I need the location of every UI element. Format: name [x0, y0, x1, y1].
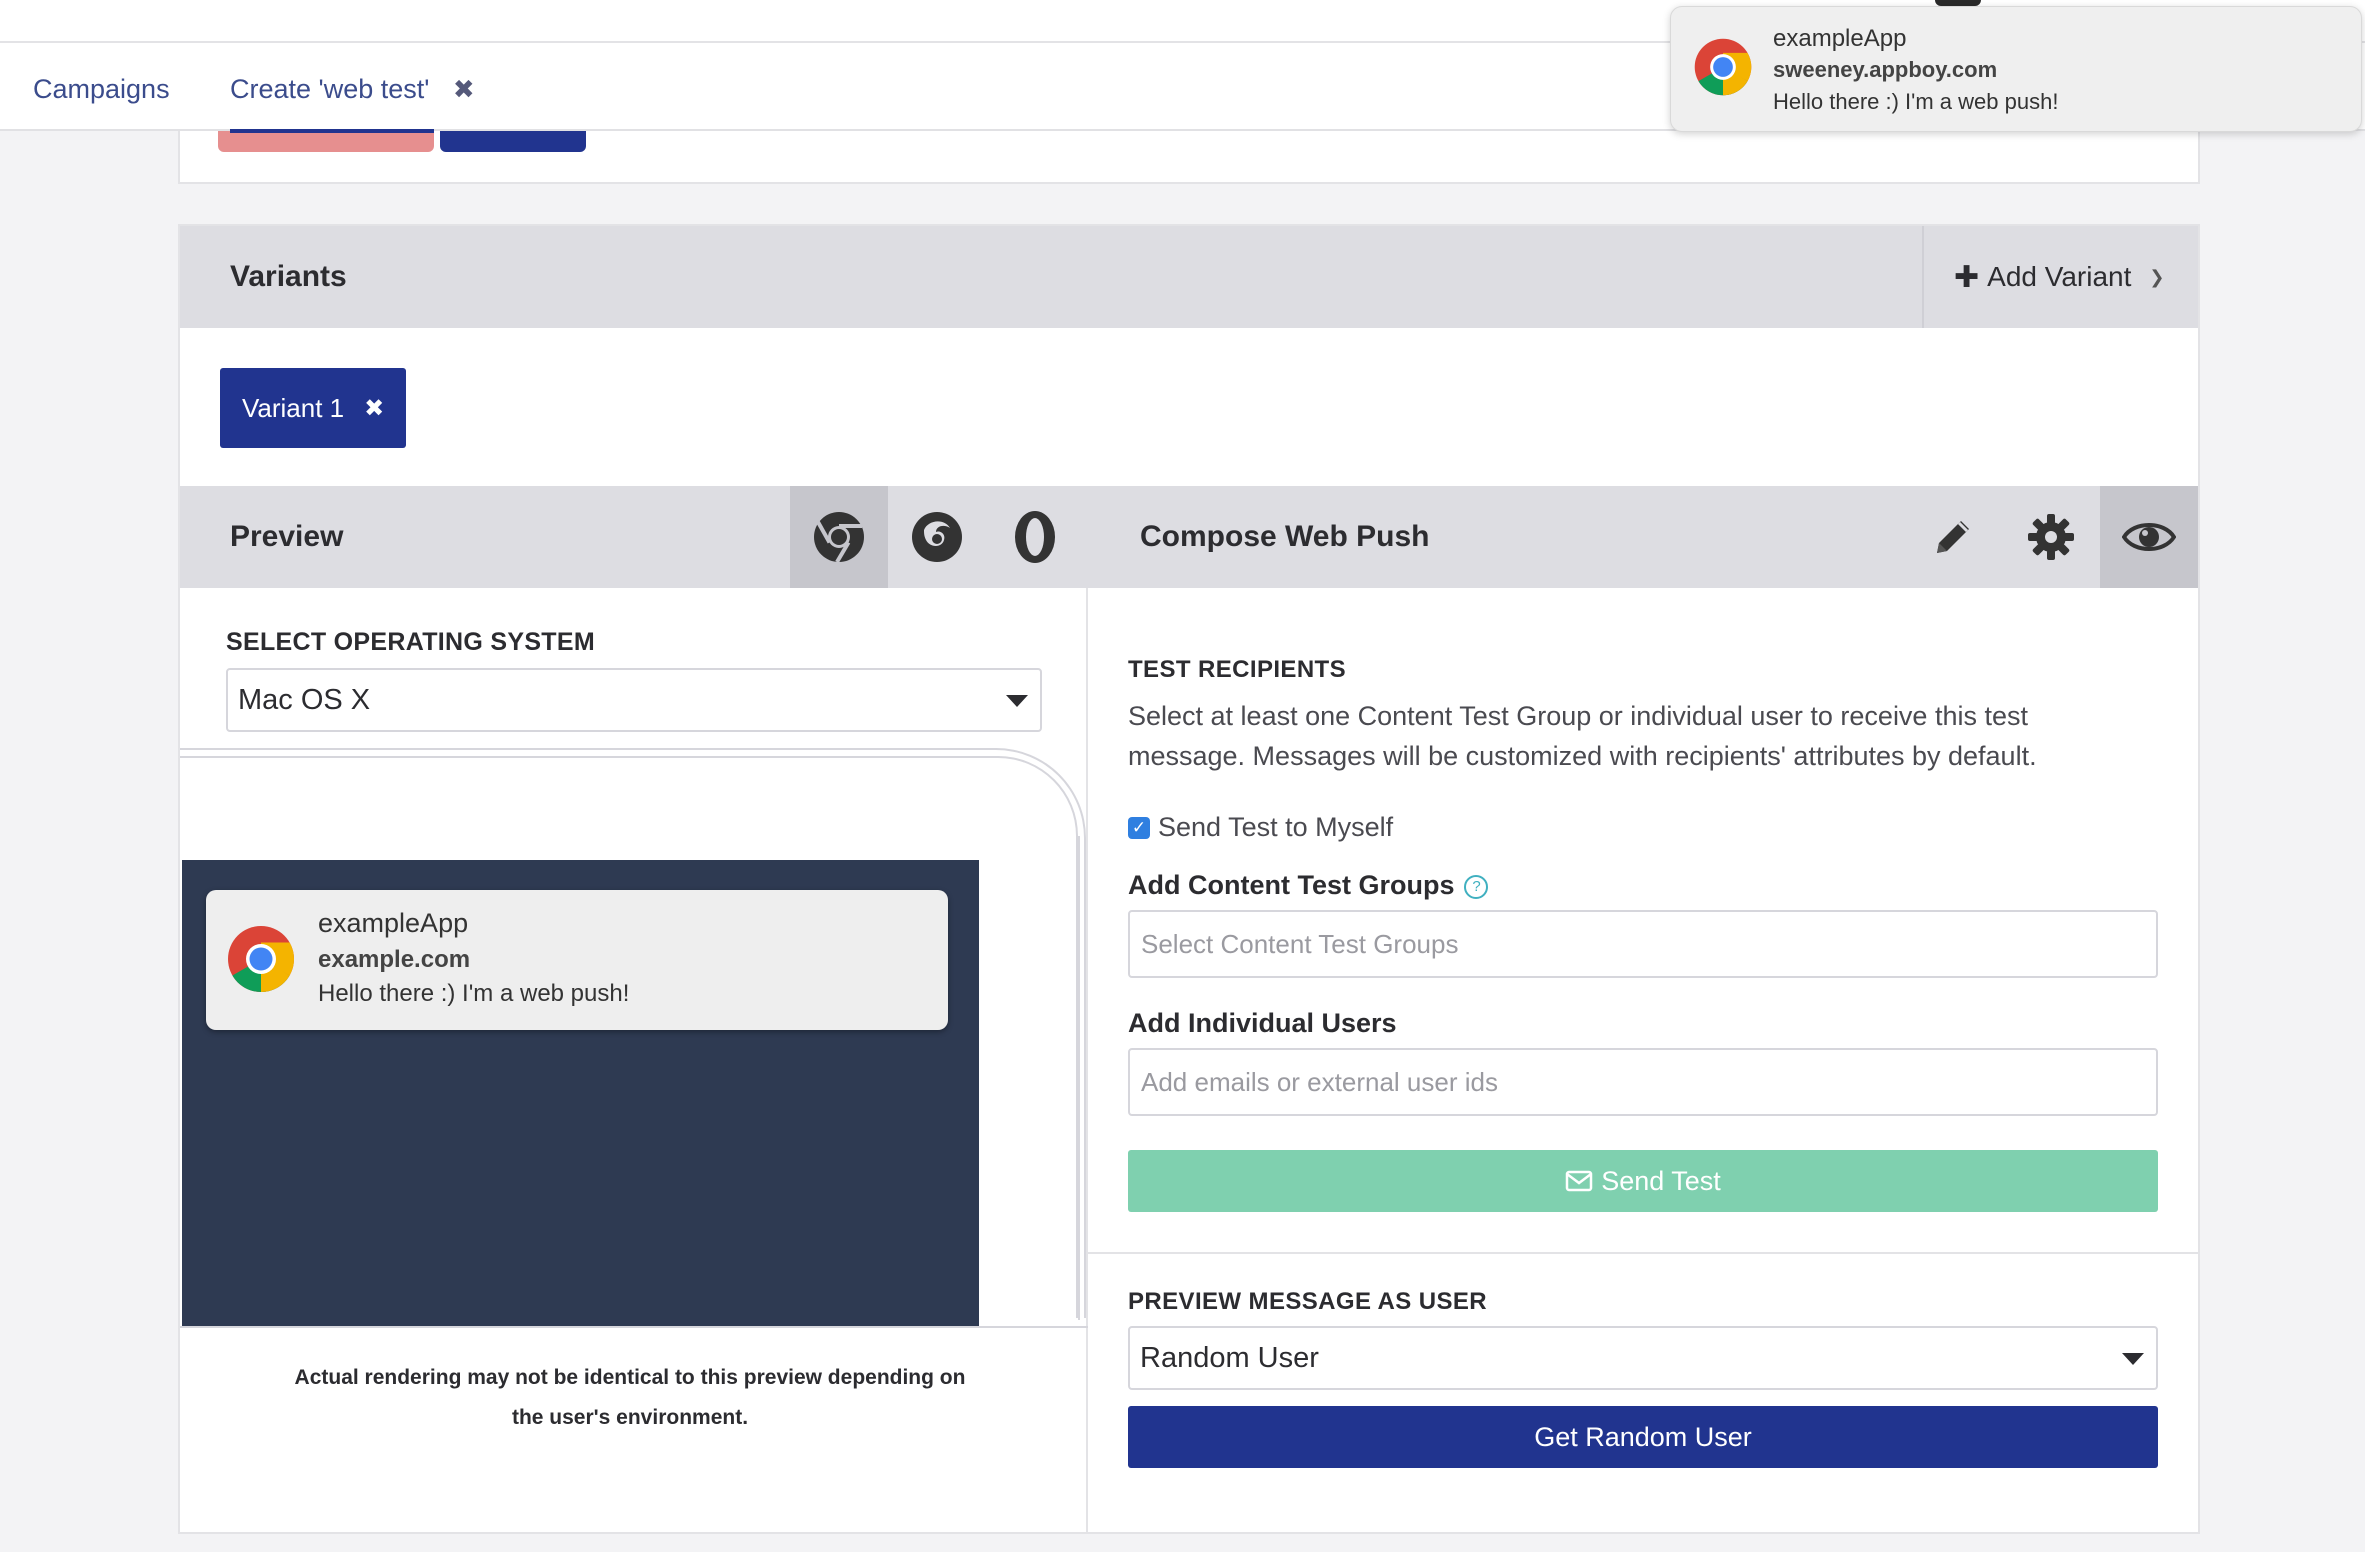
checkbox-checked-icon[interactable]: ✓ — [1128, 816, 1150, 839]
variants-header: Variants ✚ Add Variant ❯ — [180, 226, 2198, 328]
preview-as-user-heading: PREVIEW MESSAGE AS USER — [1128, 1288, 1488, 1315]
firefox-icon — [912, 512, 962, 562]
variant-tab[interactable]: Variant 1 ✖ — [220, 368, 406, 448]
content-test-groups-label-text: Add Content Test Groups — [1128, 870, 1455, 900]
dropdown-caret-icon — [2122, 1353, 2144, 1365]
preview-title: Preview — [230, 520, 344, 553]
add-variant-button[interactable]: ✚ Add Variant ❯ — [1922, 226, 2198, 328]
preview-tool-button[interactable] — [2100, 486, 2198, 588]
preview-toolbar: Preview Compose Web Push — [180, 486, 2198, 588]
opera-icon — [1015, 511, 1055, 563]
send-test-to-myself-checkbox[interactable]: ✓ Send Test to Myself — [1128, 812, 1393, 843]
preview-push-notification: exampleApp example.com Hello there :) I'… — [206, 890, 948, 1030]
compose-title: Compose Web Push — [1140, 520, 1430, 553]
get-random-user-label: Get Random User — [1534, 1421, 1752, 1452]
opera-browser-button[interactable] — [986, 486, 1084, 588]
notification-site: example.com — [318, 946, 471, 973]
settings-tool-button[interactable] — [2002, 486, 2100, 588]
tab-campaigns[interactable]: Campaigns — [33, 43, 170, 131]
chevron-down-icon: ❯ — [2149, 266, 2165, 287]
chrome-logo-icon — [228, 926, 295, 992]
device-frame-edge — [1078, 836, 1080, 1320]
disclaimer-line-1: Actual rendering may not be identical to… — [294, 1366, 966, 1389]
help-icon[interactable]: ? — [1464, 875, 1489, 899]
chrome-logo-icon — [1694, 38, 1752, 96]
chrome-browser-button[interactable] — [790, 486, 888, 588]
device-screen: exampleApp example.com Hello there :) I'… — [182, 860, 979, 1326]
edit-tool-button[interactable] — [1904, 486, 2002, 588]
system-notification-app: exampleApp — [1773, 25, 1907, 52]
system-push-notification[interactable]: exampleApp sweeney.appboy.com Hello ther… — [1670, 6, 2362, 132]
send-test-button[interactable]: Send Test — [1128, 1150, 2158, 1212]
get-random-user-button[interactable]: Get Random User — [1128, 1406, 2158, 1468]
close-tab-icon[interactable]: ✖ — [453, 43, 475, 135]
envelope-icon — [1565, 1170, 1593, 1192]
preview-user-select-value: Random User — [1140, 1342, 1319, 1374]
rendering-disclaimer: Actual rendering may not be identical to… — [240, 1358, 1020, 1438]
test-recipients-heading: TEST RECIPIENTS — [1128, 656, 1347, 683]
add-variant-label: Add Variant — [1987, 261, 2132, 292]
system-notification-body: Hello there :) I'm a web push! — [1773, 89, 2059, 114]
individual-users-label: Add Individual Users — [1128, 1008, 1397, 1038]
content-test-groups-label: Add Content Test Groups? — [1128, 870, 1489, 901]
os-select-label: SELECT OPERATING SYSTEM — [226, 628, 595, 656]
gear-icon — [2028, 514, 2074, 560]
remove-variant-icon[interactable]: ✖ — [364, 394, 384, 423]
os-select-value: Mac OS X — [238, 684, 371, 716]
send-test-to-myself-label: Send Test to Myself — [1158, 812, 1394, 842]
plus-icon: ✚ — [1954, 260, 1980, 294]
device-frame-bottom — [180, 1326, 1088, 1328]
send-test-label: Send Test — [1601, 1165, 1721, 1196]
notification-app-name: exampleApp — [318, 908, 469, 938]
disclaimer-line-2: the user's environment. — [511, 1406, 749, 1429]
tab-create-label: Create 'web test' — [230, 74, 430, 104]
tab-campaigns-label: Campaigns — [33, 74, 170, 104]
pencil-icon — [1937, 521, 1969, 553]
preview-user-select[interactable]: Random User — [1128, 1326, 2158, 1390]
firefox-browser-button[interactable] — [888, 486, 986, 588]
tab-create-web-test[interactable]: Create 'web test' ✖ — [230, 43, 475, 133]
content-test-groups-input[interactable] — [1128, 910, 2158, 978]
os-select[interactable]: Mac OS X — [226, 668, 1042, 732]
section-divider — [1088, 1252, 2198, 1254]
dropdown-caret-icon — [1006, 695, 1028, 707]
preview-panel: SELECT OPERATING SYSTEM Mac OS X example… — [180, 588, 1088, 1534]
chrome-icon — [814, 512, 864, 564]
test-recipients-description: Select at least one Content Test Group o… — [1128, 701, 2037, 771]
notification-body: Hello there :) I'm a web push! — [318, 980, 630, 1007]
individual-users-input[interactable] — [1128, 1048, 2158, 1116]
variant-tab-label: Variant 1 — [242, 392, 345, 423]
eye-icon — [2122, 523, 2176, 551]
compose-panel: TEST RECIPIENTS Select at least one Cont… — [1088, 588, 2198, 1534]
system-notification-site: sweeney.appboy.com — [1773, 57, 1998, 82]
variants-title: Variants — [230, 260, 347, 293]
variants-card: Variants ✚ Add Variant ❯ Variant 1 ✖ Pre… — [178, 224, 2200, 1534]
